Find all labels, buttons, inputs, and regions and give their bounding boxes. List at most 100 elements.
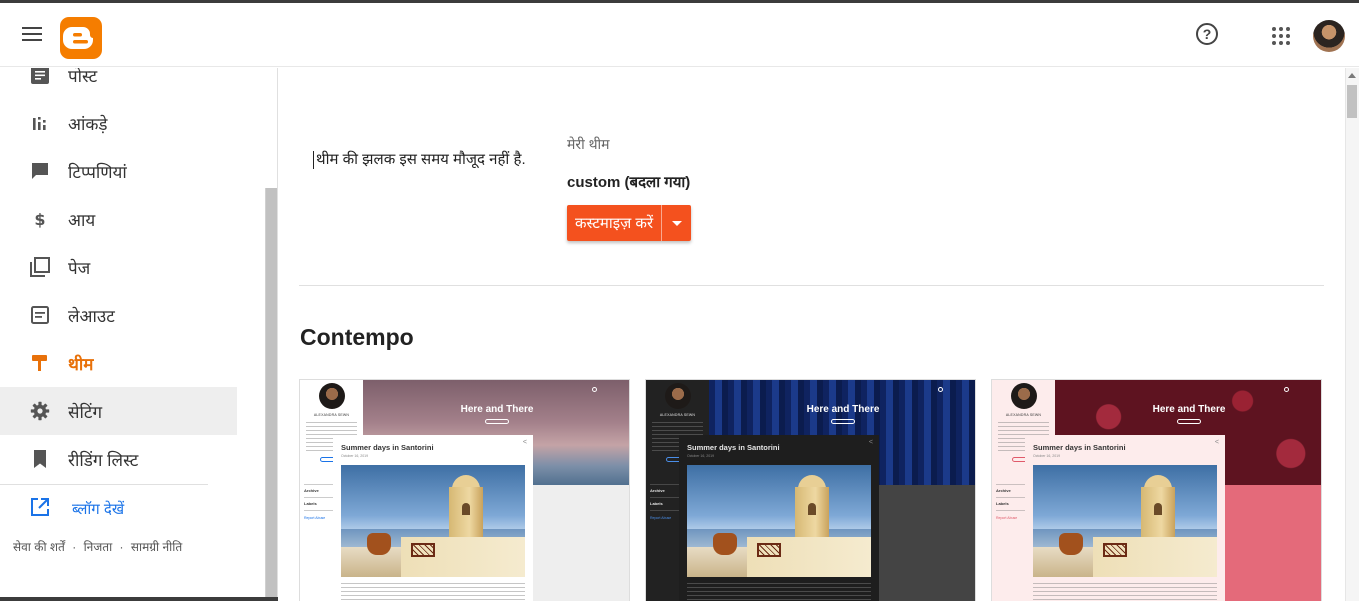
dollar-icon: $ xyxy=(30,209,50,229)
sidebar-item-posts[interactable]: पोस्ट xyxy=(0,68,237,99)
theme-section-title: Contempo xyxy=(300,324,414,350)
user-avatar[interactable] xyxy=(1313,20,1345,52)
theme-card-post: Summer days in Santorini October 16, 201… xyxy=(1025,435,1225,601)
theme-card-post-date: October 16, 2019 xyxy=(687,454,715,458)
sidebar-item-label: सेटिंग xyxy=(68,402,103,422)
current-theme-name: custom (बदला गया) xyxy=(567,174,691,191)
view-blog-label: ब्लॉग देखें xyxy=(72,501,125,518)
footer-separator: · xyxy=(119,540,124,554)
sidebar-footer-links: सेवा की शर्तें · निजता · सामग्री नीति xyxy=(13,538,186,555)
my-theme-label: मेरी थीम xyxy=(567,136,610,152)
theme-card-santorini-photo xyxy=(1033,465,1217,577)
theme-card-labels: Labels xyxy=(650,501,663,506)
theme-card-author: ALEXANDRA SEWN xyxy=(1005,413,1042,417)
apps-grid-icon[interactable] xyxy=(1272,27,1290,45)
theme-card-blog-title: Here and There xyxy=(460,404,534,415)
theme-card-post-title: Summer days in Santorini xyxy=(341,443,434,452)
layout-icon xyxy=(30,305,50,325)
share-icon: < xyxy=(522,439,527,446)
theme-card-santorini-photo xyxy=(341,465,525,577)
theme-card-pink[interactable]: ALEXANDRA SEWN Archive Labels Report Abu… xyxy=(991,379,1322,601)
main-scrollbar-track[interactable] xyxy=(1345,68,1359,601)
blogger-logo-icon[interactable] xyxy=(60,17,102,59)
theme-card-search-icon xyxy=(592,387,597,392)
theme-card-post-title: Summer days in Santorini xyxy=(687,443,780,452)
theme-card-post-text-lines xyxy=(341,583,525,601)
posts-icon xyxy=(30,68,50,85)
sidebar-divider xyxy=(0,484,208,485)
theme-card-report: Report Abuse xyxy=(304,516,326,520)
theme-card-author: ALEXANDRA SEWN xyxy=(659,413,696,417)
hamburger-menu-icon[interactable] xyxy=(22,27,42,43)
sidebar-item-comments[interactable]: टिप्पणियां xyxy=(0,147,237,195)
content-policy-link[interactable]: सामग्री नीति xyxy=(131,540,182,554)
theme-card-santorini-photo xyxy=(687,465,871,577)
sidebar-item-label: आंकड़े xyxy=(68,114,108,134)
theme-card-search-icon xyxy=(1284,387,1289,392)
main-scrollbar-thumb[interactable] xyxy=(1347,85,1357,118)
customize-button-group: कस्टमाइज़ करें xyxy=(567,205,692,241)
gear-icon xyxy=(30,401,50,421)
comments-icon xyxy=(30,161,50,181)
share-icon: < xyxy=(868,439,873,446)
caret-down-icon xyxy=(671,220,682,226)
theme-card-light[interactable]: ALEXANDRA SEWN Archive Labels Report Abu… xyxy=(299,379,630,601)
theme-card-blog-title: Here and There xyxy=(806,404,880,415)
sidebar-item-earnings[interactable]: $ आय xyxy=(0,195,237,243)
customize-dropdown-button[interactable] xyxy=(661,205,692,241)
sidebar-item-theme[interactable]: थीम xyxy=(0,339,237,387)
theme-preview-unavailable-text: थीम की झलक इस समय मौजूद नहीं है. xyxy=(313,151,526,169)
theme-card-archive: Archive xyxy=(996,488,1011,493)
sidebar-item-stats[interactable]: आंकड़े xyxy=(0,99,237,147)
content-divider xyxy=(299,285,1324,286)
main-content: थीम की झलक इस समय मौजूद नहीं है. मेरी थी… xyxy=(278,68,1345,601)
theme-card-post-text-lines xyxy=(687,583,871,601)
sidebar-item-settings[interactable]: सेटिंग xyxy=(0,387,237,435)
sidebar-item-layout[interactable]: लेआउट xyxy=(0,291,237,339)
sidebar-item-label: टिप्पणियां xyxy=(68,162,127,182)
theme-card-post-text-lines xyxy=(1033,583,1217,601)
scroll-up-arrow-icon[interactable] xyxy=(1348,73,1356,78)
sidebar-item-pages[interactable]: पेज xyxy=(0,243,237,291)
terms-link[interactable]: सेवा की शर्तें xyxy=(13,540,65,554)
sidebar-item-label: पेज xyxy=(68,258,91,278)
sidebar-item-label: रीडिंग लिस्ट xyxy=(68,450,139,470)
open-in-new-icon xyxy=(30,497,50,522)
theme-card-archive: Archive xyxy=(650,488,665,493)
theme-card-labels: Labels xyxy=(304,501,317,506)
theme-card-author: ALEXANDRA SEWN xyxy=(313,413,350,417)
theme-card-post-title: Summer days in Santorini xyxy=(1033,443,1126,452)
theme-card-author-avatar xyxy=(319,383,345,409)
theme-card-post-date: October 16, 2019 xyxy=(341,454,369,458)
sidebar-item-label: लेआउट xyxy=(68,306,115,326)
app-header: ? xyxy=(0,3,1359,67)
theme-card-labels: Labels xyxy=(996,501,1009,506)
theme-paint-roller-icon xyxy=(30,353,50,373)
theme-card-search-icon xyxy=(938,387,943,392)
theme-card-subscribe-pill xyxy=(1177,419,1201,424)
view-blog-link[interactable]: ब्लॉग देखें xyxy=(30,496,124,522)
theme-card-post: Summer days in Santorini October 16, 201… xyxy=(333,435,533,601)
help-circle-icon[interactable]: ? xyxy=(1196,23,1218,45)
footer-separator: · xyxy=(72,540,77,554)
theme-card-post-date: October 16, 2019 xyxy=(1033,454,1061,458)
sidebar-item-label: पोस्ट xyxy=(68,68,98,86)
sidebar-item-reading-list[interactable]: रीडिंग लिस्ट xyxy=(0,435,237,483)
pages-icon xyxy=(30,257,50,277)
theme-card-report: Report Abuse xyxy=(996,516,1018,520)
stats-icon xyxy=(30,113,50,133)
sidebar-nav: पोस्ट आंकड़े टिप्पणियां $ आय पेज लेआउट थ… xyxy=(0,68,266,601)
share-icon: < xyxy=(1214,439,1219,446)
bookmark-icon xyxy=(30,449,50,469)
customize-button[interactable]: कस्टमाइज़ करें xyxy=(567,205,662,241)
theme-card-subscribe-pill xyxy=(485,419,509,424)
theme-card-subscribe-pill xyxy=(831,419,855,424)
sidebar-item-label: आय xyxy=(68,210,96,230)
privacy-link[interactable]: निजता xyxy=(84,540,113,554)
theme-card-report: Report Abuse xyxy=(650,516,672,520)
theme-card-dark[interactable]: ALEXANDRA SEWN Archive Labels Report Abu… xyxy=(645,379,976,601)
theme-card-archive: Archive xyxy=(304,488,319,493)
theme-card-author-avatar xyxy=(1011,383,1037,409)
sidebar-item-label: थीम xyxy=(68,354,94,374)
theme-card-blog-title: Here and There xyxy=(1152,404,1226,415)
